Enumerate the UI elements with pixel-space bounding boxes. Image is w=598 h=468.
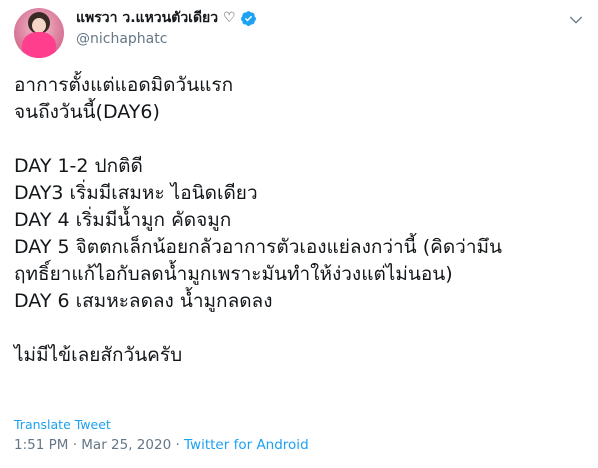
tweet-line: ไม่มีไข้เลยสักวันครับ — [14, 344, 183, 366]
chevron-down-icon[interactable] — [568, 12, 584, 28]
tweet-line: DAY 6 เสมหะลดลง น้ำมูกลดลง — [14, 290, 273, 312]
avatar-face — [32, 18, 46, 33]
tweet-line: DAY 4 เริ่มมีน้ำมูก คัดจมูก — [14, 209, 232, 231]
author-name-row[interactable]: แพรวา ว.แหวนตัวเดียว ♡ — [76, 8, 257, 28]
tweet-card: แพรวา ว.แหวนตัวเดียว ♡ @nichaphatc อาการ… — [0, 0, 598, 468]
avatar[interactable] — [14, 8, 64, 58]
tweet-line: จนถึงวันนี้(DAY6) — [14, 101, 160, 123]
avatar-outfit — [22, 32, 56, 58]
tweet-line: ฤทธิ์ยาแก้ไอกับลดน้ำมูกเพราะมันทำให้ง่วง… — [14, 263, 453, 285]
tweet-line: DAY 5 จิตตกเล็กน้อยกลัวอาการตัวเองแย่ลงก… — [14, 236, 503, 258]
tweet-text: อาการตั้งแต่แอดมิดวันแรกจนถึงวันนี้(DAY6… — [14, 72, 502, 369]
author-handle[interactable]: @nichaphatc — [76, 31, 167, 47]
author-display-name[interactable]: แพรวา ว.แหวนตัวเดียว ♡ — [76, 7, 236, 29]
translate-tweet-link[interactable]: Translate Tweet — [14, 417, 111, 432]
tweet-meta: 1:51 PM · Mar 25, 2020 · Twitter for And… — [14, 437, 309, 453]
tweet-line: อาการตั้งแต่แอดมิดวันแรก — [14, 74, 234, 96]
tweet-line: DAY3 เริ่มมีเสมหะ ไอนิดเดียว — [14, 182, 258, 204]
tweet-date[interactable]: Mar 25, 2020 — [81, 437, 171, 453]
verified-badge-icon — [240, 10, 256, 26]
tweet-source-link[interactable]: Twitter for Android — [184, 437, 309, 453]
tweet-line — [14, 126, 502, 153]
meta-separator: · — [68, 437, 82, 453]
tweet-time[interactable]: 1:51 PM — [14, 437, 68, 453]
tweet-line — [14, 315, 502, 342]
tweet-line: DAY 1-2 ปกติดี — [14, 155, 143, 177]
meta-separator: · — [171, 437, 185, 453]
